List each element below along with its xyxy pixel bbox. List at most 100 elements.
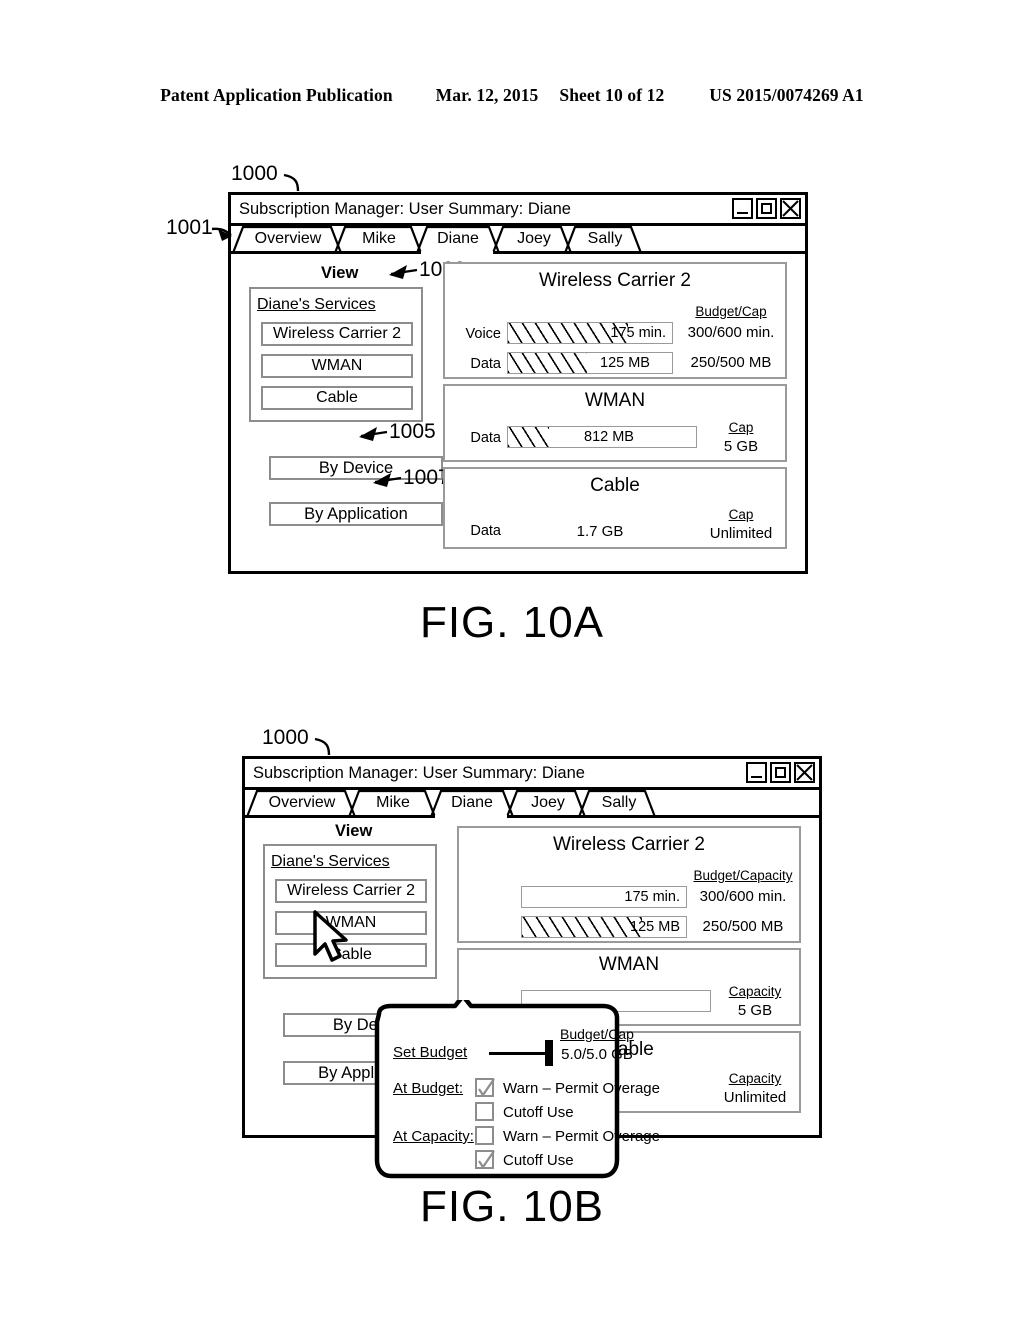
fig10b-window-controls [746,762,815,783]
label-at-budget-warn: Warn – Permit Overage [503,1080,660,1097]
mouse-cursor-icon [313,910,348,962]
tab-mike[interactable]: Mike [355,794,431,812]
fig10a-window-controls [732,198,801,219]
row-label-voice-a: Voice [465,326,501,342]
meter-value-voice-a: 175 min. [610,325,666,341]
meter-data-wc2-b: 125 MB [521,916,687,938]
cap-value-cable-b: Unlimited [723,1089,787,1106]
tab-joey[interactable]: Joey [513,794,583,812]
cap-header-b-0: Budget/Capacity [693,868,793,883]
close-icon[interactable] [780,198,801,219]
panel-title-wman-a: WMAN [584,390,646,411]
row-label-data-wman-a: Data [470,430,501,446]
close-icon[interactable] [794,762,815,783]
row-label-data-cable-a: Data [470,523,501,539]
panel-wireless-carrier-2-a: Wireless Carrier 2 Budget/Cap Voice 175 … [443,262,787,379]
row-value-data-cable-a: 1.7 GB [576,523,624,540]
budget-slider-thumb[interactable] [545,1040,553,1066]
budget-slider-track[interactable] [489,1052,551,1055]
meter-value-data-wc2-a: 125 MB [600,355,650,371]
fig10a-window: Subscription Manager: User Summary: Dian… [228,192,808,574]
service-button-wman-a[interactable]: WMAN [261,354,413,378]
tab-mike[interactable]: Mike [341,230,417,248]
panel-title-wman-b: WMAN [598,954,660,975]
at-budget-label: At Budget: [393,1080,464,1097]
fig10b-tabstrip: Overview Mike Diane Joey Sally [245,790,819,818]
checkbox-at-capacity-cutoff[interactable] [475,1150,495,1169]
publication-header-left: Patent Application Publication [160,85,393,105]
refnum-1000-a: 1000 [231,162,278,185]
checkbox-at-budget-warn[interactable] [475,1078,495,1097]
tab-sally[interactable]: Sally [584,794,654,812]
popup-budget-cap-value: 5.0/5.0 GB [561,1046,633,1063]
refnum-1000-b: 1000 [262,726,309,749]
tab-overview[interactable]: Overview [239,230,337,248]
tab-overview[interactable]: Overview [253,794,351,812]
checkbox-at-budget-cutoff[interactable] [475,1102,494,1121]
budget-settings-popup: Set Budget Budget/Cap 5.0/5.0 GB At Budg… [359,1000,660,1182]
service-button-wireless-carrier-2-b[interactable]: Wireless Carrier 2 [275,879,427,903]
refnum-1001: 1001 [166,216,213,239]
cap-header-cable-a: Cap [728,507,754,522]
services-title-b: Diane's Services [271,853,390,870]
panel-wman-a: WMAN Cap Data 812 MB 5 GB [443,384,787,462]
cap-value-data-wc2-b: 250/500 MB [702,918,784,935]
panel-title-wireless-carrier-2-b: Wireless Carrier 2 [552,834,706,855]
cap-header-wman-a: Cap [728,420,754,435]
cap-value-wman-b: 5 GB [737,1002,773,1019]
maximize-icon[interactable] [756,198,777,219]
publication-header-date: Mar. 12, 2015 [435,85,539,105]
fig10a-tabstrip: Overview Mike Diane Joey Sally [231,226,805,254]
figure-caption-10b: FIG. 10B [419,1182,605,1231]
set-budget-label[interactable]: Set Budget [393,1044,467,1061]
meter-voice-b: 175 min. [521,886,687,908]
fig10a-window-title: Subscription Manager: User Summary: Dian… [239,199,571,218]
panel-title-cable-a: Cable [590,475,640,496]
fig10b-titlebar: Subscription Manager: User Summary: Dian… [245,759,819,790]
panel-wireless-carrier-2-b: Wireless Carrier 2 Budget/Capacity 175 m… [457,826,801,943]
row-label-data-a: Data [470,356,501,372]
view-label-a: View [321,264,359,282]
fig10a-body: View Diane's Services Wireless Carrier 2… [231,254,805,572]
service-button-cable-a[interactable]: Cable [261,386,413,410]
cap-value-cable-a: Unlimited [709,525,773,542]
fig10b-body: View Diane's Services Wireless Carrier 2… [245,818,819,1179]
cap-value-data-wc2-a: 250/500 MB [690,354,772,371]
fig10a-titlebar: Subscription Manager: User Summary: Dian… [231,195,805,226]
tab-diane[interactable]: Diane [435,794,509,812]
tab-sally[interactable]: Sally [570,230,640,248]
patent-figure-page: Patent Application Publication Mar. 12, … [0,0,1024,1320]
checkbox-at-capacity-warn[interactable] [475,1126,494,1145]
maximize-icon[interactable] [770,762,791,783]
meter-voice-a: 175 min. [507,322,673,344]
by-application-button-a[interactable]: By Application [269,502,443,526]
publication-header-number: US 2015/0074269 A1 [709,85,864,105]
minimize-icon[interactable] [746,762,767,783]
services-title-a: Diane's Services [257,296,376,313]
cap-value-voice-b: 300/600 min. [699,888,787,905]
panel-cable-a: Cable Cap Data 1.7 GB Unlimited [443,467,787,549]
tab-joey[interactable]: Joey [499,230,569,248]
meter-value-data-wman-a: 812 MB [584,429,634,445]
tab-diane[interactable]: Diane [421,230,495,248]
cap-header-a-0: Budget/Cap [695,304,767,319]
at-capacity-label: At Capacity: [393,1128,474,1145]
meter-value-data-wc2-b: 125 MB [630,919,680,935]
label-at-budget-cutoff: Cutoff Use [503,1104,574,1121]
minimize-icon[interactable] [732,198,753,219]
meter-fill-data-wman-a [508,427,550,447]
cap-value-voice-a: 300/600 min. [687,324,775,341]
meter-data-wman-a: 812 MB [507,426,697,448]
service-button-wireless-carrier-2-a[interactable]: Wireless Carrier 2 [261,322,413,346]
meter-value-voice-b: 175 min. [624,889,680,905]
meter-fill-data-wc2-b [522,917,642,937]
panel-title-wireless-carrier-2-a: Wireless Carrier 2 [538,270,692,291]
refnum-1005: 1005 [389,420,436,443]
meter-data-wc2-a: 125 MB [507,352,673,374]
cap-header-wman-b: Capacity [728,984,782,999]
cap-value-wman-a: 5 GB [723,438,759,455]
label-at-capacity-warn: Warn – Permit Overage [503,1128,660,1145]
view-label-b: View [335,822,373,840]
meter-fill-data-wc2-a [508,353,587,373]
cap-header-cable-b: Capacity [728,1071,782,1086]
